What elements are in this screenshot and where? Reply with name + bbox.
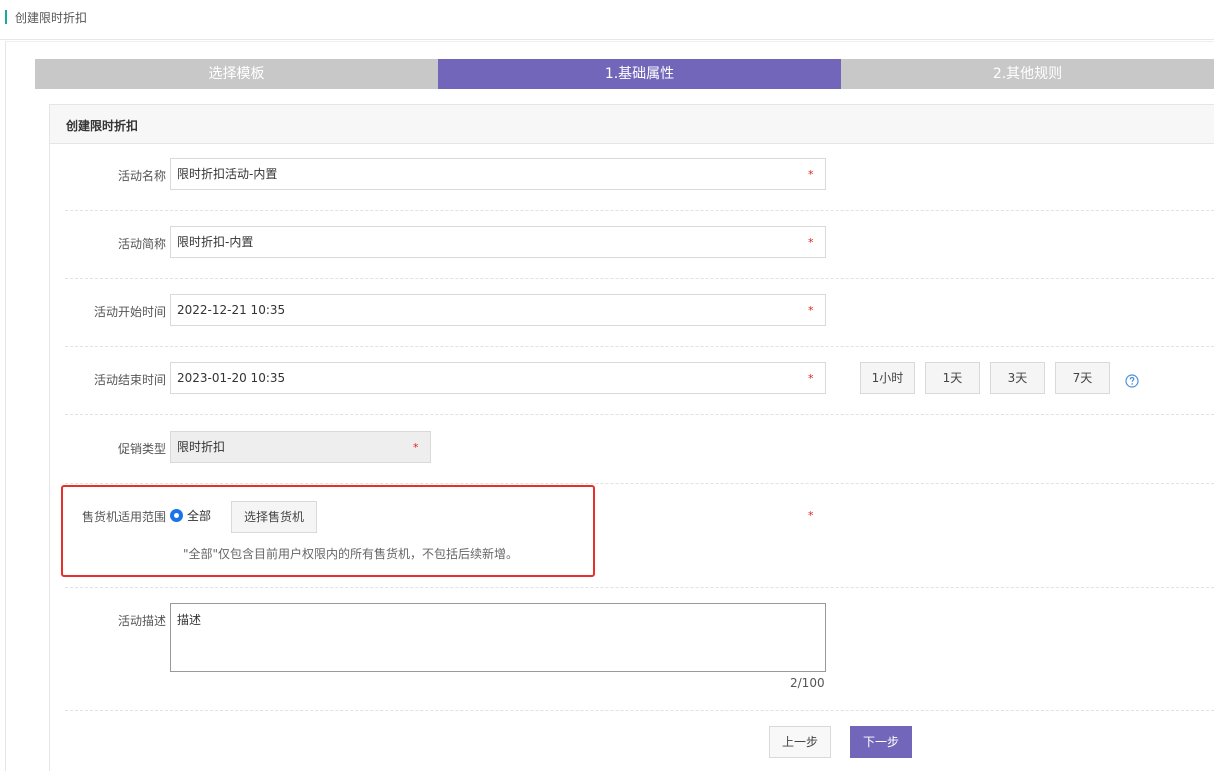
radio-selected-icon[interactable] [170,508,183,522]
start-time-label: 活动开始时间 [93,305,166,319]
duration-1-day-button[interactable]: 1天 [925,362,980,394]
scope-radio-label: 全部 [187,508,212,523]
row-divider [65,414,1214,415]
row-divider [65,483,1214,484]
name-input[interactable]: 限时折扣活动-内置 [170,158,826,190]
short-name-label: 活动简称 [117,237,166,251]
end-time-label: 活动结束时间 [93,373,166,387]
description-label: 活动描述 [117,614,166,628]
row-divider [65,710,1214,711]
description-textarea[interactable]: 描述 [170,603,826,672]
scope-label: 售货机适用范围 [81,510,166,524]
start-time-required-mark: * [808,304,814,317]
prev-step-button[interactable]: 上一步 [769,726,831,758]
duration-7-day-button[interactable]: 7天 [1055,362,1110,394]
duration-1-hour-button[interactable]: 1小时 [860,362,915,394]
card-title: 创建限时折扣 [66,119,139,133]
help-icon[interactable] [1125,374,1139,388]
row-divider [65,278,1214,279]
scope-radio-all[interactable]: 全部 [170,508,212,523]
step-other-rules[interactable]: 2.其他规则 [841,59,1214,89]
scope-hint: "全部"仅包含目前用户权限内的所有售货机，不包括后续新增。 [183,547,519,561]
row-divider [65,587,1214,588]
page-header: 创建限时折扣 [0,0,1214,40]
page-title: 创建限时折扣 [15,11,88,25]
select-vending-machine-button[interactable]: 选择售货机 [231,501,317,533]
short-name-required-mark: * [808,236,814,249]
step-basic-properties[interactable]: 1.基础属性 [438,59,841,89]
description-char-counter: 2/100 [790,676,825,690]
card-header: 创建限时折扣 [50,105,1214,144]
scope-required-mark: * [808,509,814,522]
step-progress: 选择模板 1.基础属性 2.其他规则 [35,59,1214,89]
name-label: 活动名称 [117,169,166,183]
short-name-input[interactable]: 限时折扣-内置 [170,226,826,258]
name-required-mark: * [808,168,814,181]
row-divider [65,210,1214,211]
promo-type-input: 限时折扣 [170,431,431,463]
next-step-button[interactable]: 下一步 [850,726,912,758]
promo-type-label: 促销类型 [117,442,166,456]
step-select-template[interactable]: 选择模板 [35,59,438,89]
end-time-input[interactable]: 2023-01-20 10:35 [170,362,826,394]
row-divider [65,346,1214,347]
start-time-input[interactable]: 2022-12-21 10:35 [170,294,826,326]
end-time-required-mark: * [808,372,814,385]
header-accent-bar [5,10,7,24]
promo-type-required-mark: * [413,441,419,454]
duration-3-day-button[interactable]: 3天 [990,362,1045,394]
scope-highlight-box [61,485,595,577]
